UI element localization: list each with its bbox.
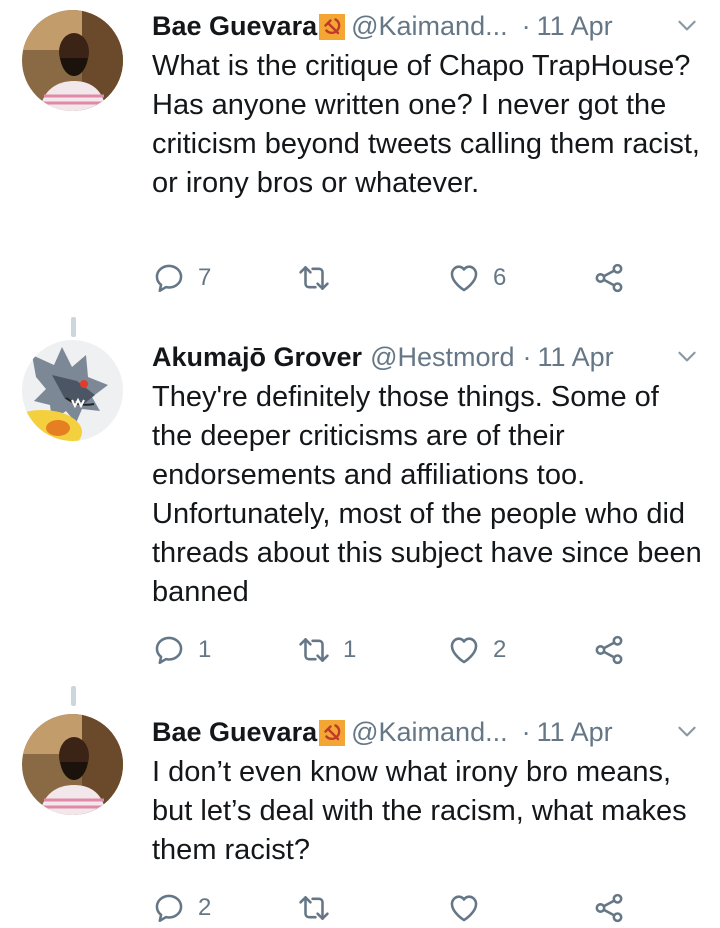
retweet-button[interactable]: [297, 888, 343, 928]
separator: ·: [521, 716, 531, 747]
timestamp[interactable]: 11 Apr: [537, 717, 613, 748]
reply-count: 2: [198, 894, 212, 921]
chevron-down-icon[interactable]: [674, 718, 700, 744]
retweet-icon: [297, 891, 331, 925]
display-name[interactable]: Bae Guevara: [152, 717, 317, 748]
handle[interactable]: @Kaimand...: [351, 717, 507, 748]
reply-icon: [152, 891, 186, 925]
like-icon: [447, 891, 481, 925]
share-icon: [592, 891, 626, 925]
tweet-text: I don’t even know what irony bro means, …: [152, 756, 687, 866]
reply-button[interactable]: 2: [152, 888, 211, 928]
avatar[interactable]: [22, 714, 123, 815]
tweet-3[interactable]: Bae Guevara @Kaimand... · 11 Apr I don’t…: [0, 0, 720, 927]
hammer-sickle-icon: [319, 720, 345, 746]
like-button[interactable]: [447, 888, 493, 928]
share-button[interactable]: [592, 888, 626, 928]
